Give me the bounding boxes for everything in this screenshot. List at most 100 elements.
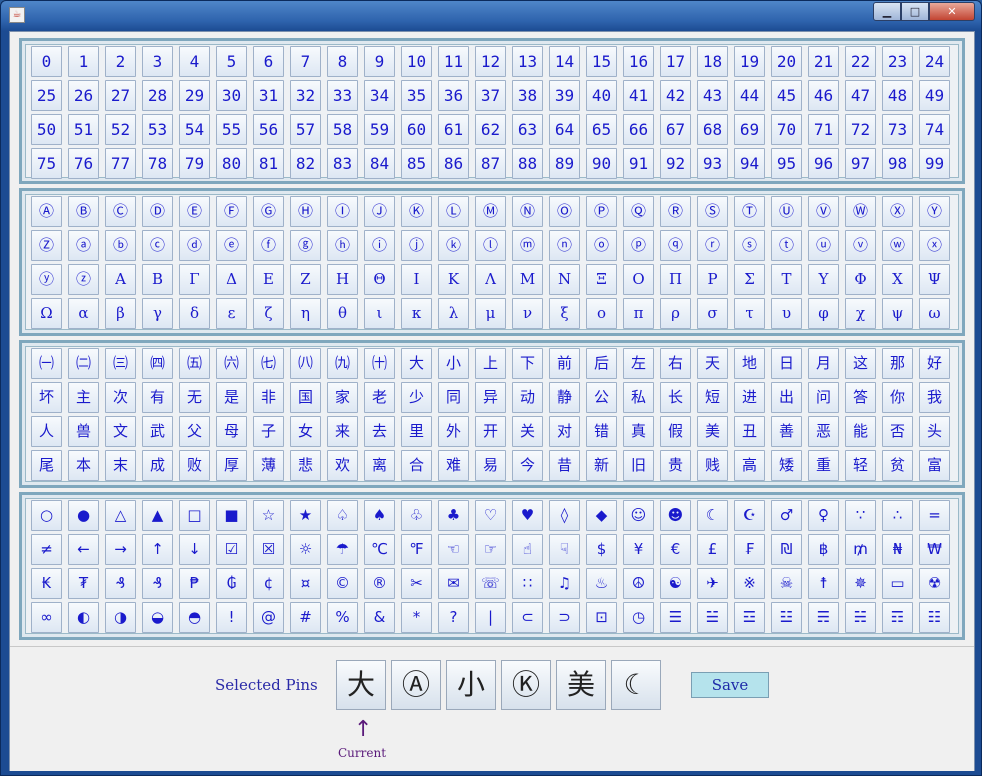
- pin-button[interactable]: 29: [179, 80, 210, 111]
- pin-button[interactable]: ㈧: [290, 348, 321, 379]
- pin-button[interactable]: 母: [216, 416, 247, 447]
- pin-button[interactable]: 你: [882, 382, 913, 413]
- minimize-button[interactable]: ▁: [873, 2, 901, 21]
- pin-button[interactable]: 68: [697, 114, 728, 145]
- pin-button[interactable]: Γ: [179, 264, 210, 295]
- pin-button[interactable]: 薄: [253, 450, 284, 481]
- pin-button[interactable]: 17: [660, 46, 691, 77]
- pin-button[interactable]: ♠: [364, 500, 395, 531]
- pin-button[interactable]: ⓜ: [512, 230, 543, 261]
- pin-button[interactable]: ☾: [697, 500, 728, 531]
- pin-button[interactable]: Ⓟ: [586, 196, 617, 227]
- pin-button[interactable]: Σ: [734, 264, 765, 295]
- pin-button[interactable]: ☯: [660, 568, 691, 599]
- pin-button[interactable]: 31: [253, 80, 284, 111]
- pin-button[interactable]: Ⓐ: [31, 196, 62, 227]
- pin-button[interactable]: ㈩: [364, 348, 395, 379]
- pin-button[interactable]: |: [475, 602, 506, 633]
- pin-button[interactable]: 厚: [216, 450, 247, 481]
- pin-button[interactable]: ι: [364, 298, 395, 329]
- pin-button[interactable]: ♤: [327, 500, 358, 531]
- pin-button[interactable]: ₮: [68, 568, 99, 599]
- pin-button[interactable]: 99: [919, 148, 950, 179]
- pin-button[interactable]: Θ: [364, 264, 395, 295]
- pin-button[interactable]: 85: [401, 148, 432, 179]
- pin-button[interactable]: →: [105, 534, 136, 565]
- pin-button[interactable]: ₭: [31, 568, 62, 599]
- pin-button[interactable]: 54: [179, 114, 210, 145]
- pin-button[interactable]: ₱: [179, 568, 210, 599]
- pin-button[interactable]: 同: [438, 382, 469, 413]
- pin-button[interactable]: ✵: [845, 568, 876, 599]
- pin-button[interactable]: 74: [919, 114, 950, 145]
- pin-button[interactable]: 父: [179, 416, 210, 447]
- pin-button[interactable]: ㈦: [253, 348, 284, 379]
- pin-button[interactable]: 33: [327, 80, 358, 111]
- pin-button[interactable]: ฿: [808, 534, 839, 565]
- pin-button[interactable]: 28: [142, 80, 173, 111]
- pin-button[interactable]: Ψ: [919, 264, 950, 295]
- pin-button[interactable]: ◑: [105, 602, 136, 633]
- pin-button[interactable]: 79: [179, 148, 210, 179]
- pin-button[interactable]: ■: [216, 500, 247, 531]
- pin-button[interactable]: ㈤: [179, 348, 210, 379]
- pin-button[interactable]: 80: [216, 148, 247, 179]
- pin-button[interactable]: ★: [290, 500, 321, 531]
- pin-button[interactable]: Ⓙ: [364, 196, 395, 227]
- pin-button[interactable]: ▲: [142, 500, 173, 531]
- pin-button[interactable]: 能: [845, 416, 876, 447]
- pin-button[interactable]: 16: [623, 46, 654, 77]
- pin-button[interactable]: ⓔ: [216, 230, 247, 261]
- pin-button[interactable]: ₪: [771, 534, 802, 565]
- pin-button[interactable]: 70: [771, 114, 802, 145]
- pin-button[interactable]: Ι: [401, 264, 432, 295]
- pin-button[interactable]: ⊂: [512, 602, 543, 633]
- pin-button[interactable]: α: [68, 298, 99, 329]
- pin-button[interactable]: ₦: [882, 534, 913, 565]
- pin-button[interactable]: Ⓘ: [327, 196, 358, 227]
- pin-button[interactable]: 24: [919, 46, 950, 77]
- pin-button[interactable]: 32: [290, 80, 321, 111]
- pin-button[interactable]: 75: [31, 148, 62, 179]
- pin-button[interactable]: ◒: [142, 602, 173, 633]
- pin-button[interactable]: 45: [771, 80, 802, 111]
- pin-button[interactable]: Ν: [549, 264, 580, 295]
- pin-button[interactable]: 主: [68, 382, 99, 413]
- pin-button[interactable]: 恶: [808, 416, 839, 447]
- pin-button[interactable]: ⓨ: [31, 264, 62, 295]
- pin-button[interactable]: 48: [882, 80, 913, 111]
- pin-button[interactable]: ☞: [475, 534, 506, 565]
- pin-button[interactable]: 87: [475, 148, 506, 179]
- pin-button[interactable]: Μ: [512, 264, 543, 295]
- pin-button[interactable]: 77: [105, 148, 136, 179]
- pin-button[interactable]: 天: [697, 348, 728, 379]
- pin-button[interactable]: ☢: [919, 568, 950, 599]
- pin-button[interactable]: 我: [919, 382, 950, 413]
- pin-button[interactable]: 旧: [623, 450, 654, 481]
- pin-button[interactable]: 8: [327, 46, 358, 77]
- pin-button[interactable]: ⓞ: [586, 230, 617, 261]
- pin-button[interactable]: ☝: [512, 534, 543, 565]
- pin-button[interactable]: Ⓦ: [845, 196, 876, 227]
- pin-button[interactable]: ☮: [623, 568, 654, 599]
- pin-button[interactable]: 51: [68, 114, 99, 145]
- pin-button[interactable]: €: [660, 534, 691, 565]
- pin-button[interactable]: 38: [512, 80, 543, 111]
- pin-button[interactable]: #: [290, 602, 321, 633]
- pin-button[interactable]: ☺: [623, 500, 654, 531]
- pin-button[interactable]: 67: [660, 114, 691, 145]
- pin-button[interactable]: 来: [327, 416, 358, 447]
- pin-button[interactable]: 子: [253, 416, 284, 447]
- pin-button[interactable]: ⓒ: [142, 230, 173, 261]
- pin-button[interactable]: π: [623, 298, 654, 329]
- pin-button[interactable]: 53: [142, 114, 173, 145]
- pin-button[interactable]: 前: [549, 348, 580, 379]
- pin-button[interactable]: 真: [623, 416, 654, 447]
- title-bar[interactable]: ☕ ▁ □ ✕: [1, 1, 981, 29]
- pin-button[interactable]: Ω: [31, 298, 62, 329]
- pin-button[interactable]: ♧: [401, 500, 432, 531]
- pin-button[interactable]: 国: [290, 382, 321, 413]
- pin-button[interactable]: Ⓞ: [549, 196, 580, 227]
- pin-button[interactable]: 56: [253, 114, 284, 145]
- pin-button[interactable]: Ⓖ: [253, 196, 284, 227]
